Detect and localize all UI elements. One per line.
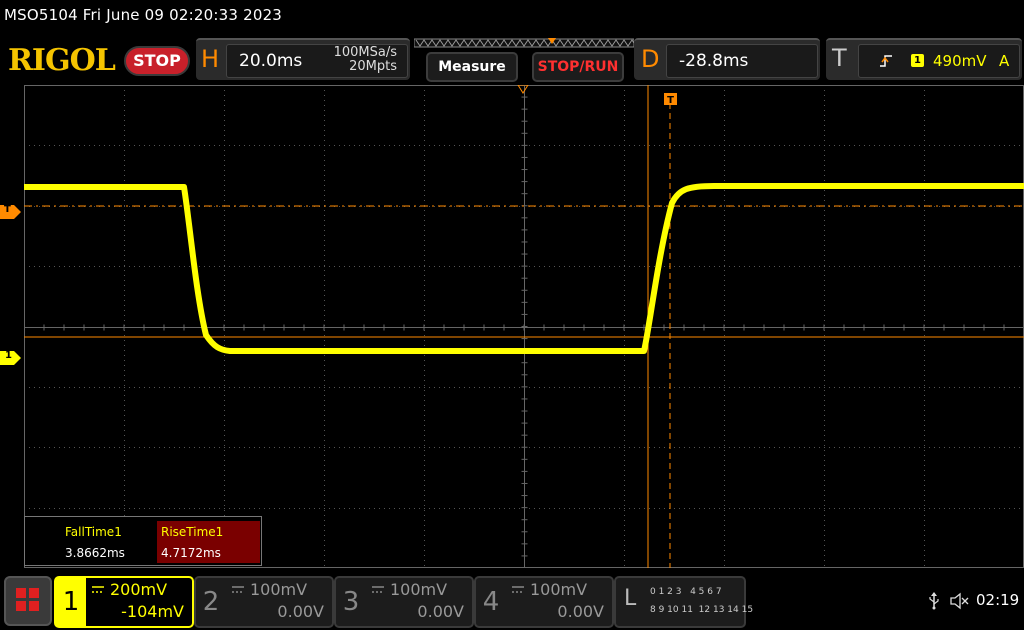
channel2-number: 2 [202,587,220,617]
logic-panel[interactable]: L 0 1 2 3 4 5 6 7 8 9 10 11 12 13 14 15 [614,576,753,628]
channel3-scale: 100mV [390,580,448,599]
header-bar: RIGOL STOP H 20.0ms 100MSa/s 20Mpts Meas… [0,32,1024,82]
fall-time-label: FallTime1 [65,525,122,539]
device-datetime: MSO5104 Fri June 09 02:20:33 2023 [4,6,283,24]
trigger-position-marker[interactable]: T [664,93,677,106]
channel4-scale: 100mV [530,580,588,599]
horizontal-panel[interactable]: H 20.0ms 100MSa/s 20Mpts [196,38,410,80]
delay-panel[interactable]: D -28.8ms [634,38,820,80]
title-bar: MSO5104 Fri June 09 02:20:33 2023 [0,0,1024,32]
channel3-offset: 0.00V [417,602,464,621]
channel4-offset: 0.00V [557,602,604,621]
channel2-offset: 0.00V [277,602,324,621]
channel4-panel[interactable]: 4 100mV 0.00V [474,576,614,628]
horizontal-letter: H [201,45,220,73]
channel2-scale: 100mV [250,580,308,599]
dc-coupling-icon [512,586,524,593]
delay-value-box: -28.8ms [666,44,818,78]
fall-time-value: 3.8662ms [65,546,125,560]
ch1-offset-marker[interactable]: 1 [0,350,22,369]
trigger-source-badge: 1 [911,54,924,67]
sample-rate: 100MSa/s [333,45,397,60]
logic-bits-low: 0 1 2 3 4 5 6 7 [650,587,722,597]
trigger-mode: A [999,52,1010,70]
speaker-muted-icon[interactable] [950,592,970,610]
channel-bar: 1 200mV -104mV 2 100mV 0.00V 3 100mV 0.0… [0,570,1024,630]
usb-icon [929,592,939,610]
svg-text:T: T [667,95,674,106]
rise-time-label: RiseTime1 [161,525,224,539]
trigger-level: 490mV [933,52,987,70]
channel1-number: 1 [56,578,86,626]
status-clock: 02:19 [976,591,1020,609]
waveform-display[interactable]: T [24,85,1024,568]
measure-button[interactable]: Measure [426,52,518,82]
delay-letter: D [641,45,660,73]
channel1-panel[interactable]: 1 200mV -104mV [54,576,194,628]
trigger-letter: T [832,44,847,72]
channel3-panel[interactable]: 3 100mV 0.00V [334,576,474,628]
logic-bits-high: 8 9 10 11 12 13 14 15 [650,605,754,615]
memory-position-bar[interactable] [414,36,634,50]
dc-coupling-icon [92,586,104,593]
channel4-number: 4 [482,587,500,617]
channel2-panel[interactable]: 2 100mV 0.00V [194,576,334,628]
rise-time-value: 4.7172ms [161,546,221,560]
menu-grid-icon [16,588,39,611]
trigger-value-box: 1 490mV A [858,44,1020,78]
trigger-panel[interactable]: T 1 490mV A [826,38,1022,80]
brand-logo: RIGOL [8,43,116,78]
dc-coupling-icon [232,586,244,593]
trigger-level-marker[interactable]: T [0,204,22,223]
channel1-offset: -104mV [121,602,184,621]
rise-time-cell: RiseTime1 4.7172ms [157,521,260,563]
dc-coupling-icon [372,586,384,593]
memory-depth: 20Mpts [349,59,397,74]
stop-run-button[interactable]: STOP/RUN [532,52,624,82]
logic-letter: L [624,586,637,611]
delay-value: -28.8ms [679,51,749,71]
channel3-number: 3 [342,587,360,617]
timebase-value: 20.0ms [239,51,303,71]
run-state-badge[interactable]: STOP [124,46,190,76]
measurement-panel[interactable]: FallTime1 3.8662ms RiseTime1 4.7172ms [24,516,262,566]
acquisition-info: 100MSa/s 20Mpts [334,46,397,74]
channel1-scale: 200mV [110,580,168,599]
edge-trigger-icon [880,55,892,67]
app-menu-button[interactable] [4,576,52,626]
horizontal-values: 20.0ms 100MSa/s 20Mpts [226,44,408,78]
